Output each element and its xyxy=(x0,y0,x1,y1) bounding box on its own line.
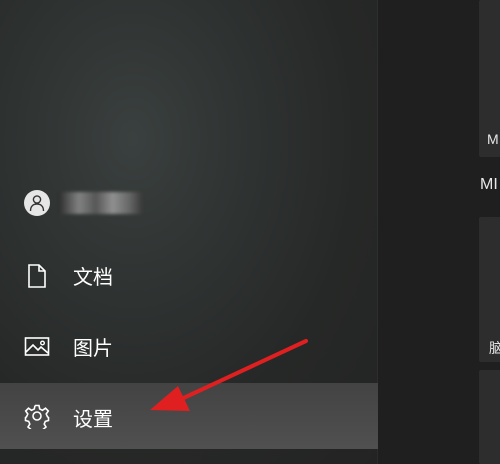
menu-item-label: 文档 xyxy=(73,265,113,289)
tile-top[interactable]: M xyxy=(479,0,500,157)
menu-item-pictures[interactable]: 图片 xyxy=(0,318,378,374)
pictures-icon xyxy=(24,334,50,360)
tile-bottom[interactable] xyxy=(479,370,500,464)
tile-mid-label: 脑 xyxy=(489,340,500,356)
account-button[interactable] xyxy=(0,185,378,225)
tile-group-header: MI xyxy=(480,176,498,193)
tile-top-label: M xyxy=(487,131,499,147)
document-icon xyxy=(24,263,50,289)
menu-item-label: 设置 xyxy=(73,407,113,431)
menu-item-documents[interactable]: 文档 xyxy=(0,247,378,303)
user-icon xyxy=(24,190,50,216)
gear-icon xyxy=(24,403,50,431)
menu-item-label: 图片 xyxy=(73,336,113,360)
menu-item-settings[interactable]: 设置 xyxy=(0,383,378,449)
account-name-obscured xyxy=(58,192,142,214)
tile-mid[interactable]: 脑 xyxy=(479,217,500,362)
